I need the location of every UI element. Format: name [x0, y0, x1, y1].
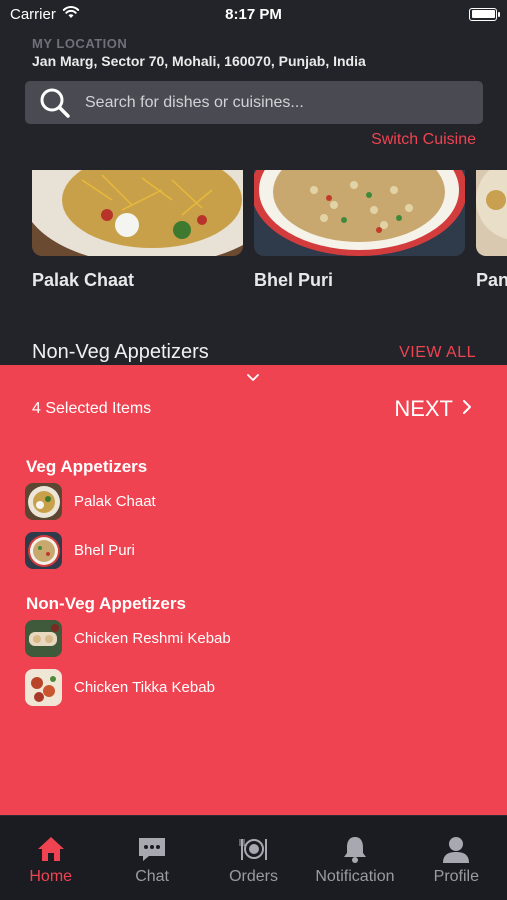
selected-items-count: 4 Selected Items — [32, 400, 152, 417]
next-button[interactable]: NEXT — [394, 396, 473, 422]
dish-name: Bhel Puri — [254, 270, 334, 290]
item-thumbnail — [25, 483, 62, 520]
dish-image — [476, 170, 507, 256]
group-title-veg: Veg Appetizers — [26, 457, 148, 476]
dish-name: Pan — [476, 270, 507, 290]
search-input[interactable] — [85, 93, 465, 112]
orders-icon — [239, 834, 269, 864]
status-bar: Carrier 8:17 PM — [0, 0, 507, 28]
header: MY LOCATION Jan Marg, Sector 70, Mohali,… — [0, 28, 507, 170]
carrier-label: Carrier — [10, 5, 56, 23]
item-label: Chicken Tikka Kebab — [74, 679, 215, 696]
item-thumbnail — [25, 532, 62, 569]
dish-carousel[interactable]: Palak Chaat Bhel Puri Pan — [0, 170, 507, 300]
group-title-non-veg: Non-Veg Appetizers — [26, 594, 186, 613]
dish-card[interactable]: Bhel Puri — [254, 170, 465, 291]
profile-icon — [441, 834, 471, 864]
dish-card[interactable]: Palak Chaat — [32, 170, 243, 291]
dish-image — [32, 170, 243, 256]
selected-items-sheet: 4 Selected Items NEXT Veg Appetizers Pal… — [0, 365, 507, 815]
tab-bar: Home Chat Orders Notification Profile — [0, 815, 507, 900]
tab-notification[interactable]: Notification — [304, 816, 405, 900]
item-label: Bhel Puri — [74, 542, 135, 559]
item-label: Chicken Reshmi Kebab — [74, 630, 231, 647]
item-thumbnail — [25, 620, 62, 657]
chevron-right-icon — [461, 396, 473, 422]
list-item[interactable]: Chicken Reshmi Kebab — [25, 620, 231, 657]
next-button-label: NEXT — [394, 396, 453, 421]
search-icon — [39, 87, 71, 119]
tab-orders[interactable]: Orders — [203, 816, 304, 900]
bell-icon — [340, 834, 370, 864]
chat-icon — [137, 834, 167, 864]
tab-label: Notification — [315, 868, 395, 885]
switch-cuisine-link[interactable]: Switch Cuisine — [371, 131, 476, 149]
dish-card[interactable]: Pan — [476, 170, 507, 291]
list-item[interactable]: Palak Chaat — [25, 483, 156, 520]
wifi-icon — [62, 5, 80, 23]
dish-name: Palak Chaat — [32, 270, 135, 290]
dish-image — [254, 170, 465, 256]
tab-label: Chat — [135, 868, 169, 885]
view-all-link[interactable]: VIEW ALL — [399, 344, 476, 362]
tab-profile[interactable]: Profile — [406, 816, 507, 900]
home-icon — [36, 834, 66, 864]
search-bar[interactable] — [25, 81, 483, 124]
item-thumbnail — [25, 669, 62, 706]
location-label: MY LOCATION — [32, 36, 128, 51]
section-title: Non-Veg Appetizers — [32, 341, 209, 363]
list-item[interactable]: Chicken Tikka Kebab — [25, 669, 215, 706]
tab-label: Profile — [433, 868, 479, 885]
chevron-down-icon[interactable] — [245, 371, 261, 383]
tab-chat[interactable]: Chat — [101, 816, 202, 900]
tab-home[interactable]: Home — [0, 816, 101, 900]
item-label: Palak Chaat — [74, 493, 156, 510]
list-item[interactable]: Bhel Puri — [25, 532, 135, 569]
battery-icon — [469, 7, 500, 21]
location-address[interactable]: Jan Marg, Sector 70, Mohali, 160070, Pun… — [32, 53, 366, 69]
tab-label: Orders — [229, 868, 278, 885]
tab-label: Home — [29, 868, 73, 885]
